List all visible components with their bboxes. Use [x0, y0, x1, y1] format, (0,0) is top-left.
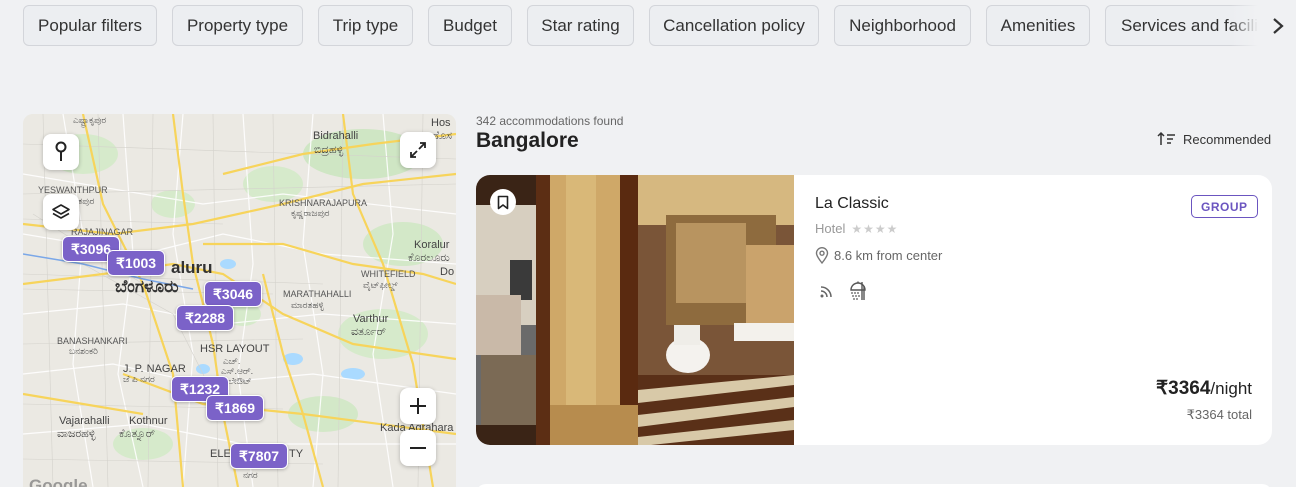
map-label: ಎಸ್.ಆರ್.: [221, 366, 254, 376]
map-label: Hos: [431, 117, 451, 129]
expand-icon: [410, 142, 426, 158]
distance-text: 8.6 km from center: [834, 248, 943, 263]
group-badge: GROUP: [1191, 195, 1258, 218]
location-pin-icon: [55, 141, 67, 161]
map-label: ಲೇಔಟ್: [228, 376, 252, 386]
wifi-icon: [820, 286, 832, 298]
hotel-name[interactable]: La Classic: [815, 195, 889, 213]
distance-row: 8.6 km from center: [815, 247, 942, 264]
bookmark-button[interactable]: [490, 189, 516, 215]
map-label: ಎಚ್.: [223, 356, 241, 366]
location-pin-button[interactable]: [43, 134, 79, 170]
filter-chip-label: Property type: [186, 15, 289, 35]
filter-chip-label: Star rating: [541, 15, 620, 35]
hotel-type: Hotel: [815, 221, 846, 236]
map-label: Do: [440, 266, 455, 278]
map-label: MARATHAHALLI: [283, 289, 352, 299]
map-label: TY: [289, 448, 304, 460]
map-price-pin[interactable]: ₹3046: [204, 281, 263, 307]
location-icon: [815, 247, 829, 264]
results-count: 342 accommodations found: [476, 114, 624, 128]
layers-button[interactable]: [43, 194, 79, 230]
map-label: ELE: [210, 448, 231, 460]
map-label: ಕೊತ್ನೂರ್: [119, 428, 156, 440]
star-rating: ★★★★: [851, 221, 899, 236]
zoom-in-button[interactable]: [400, 388, 436, 424]
map-label: Vajarahalli: [59, 415, 110, 427]
price-per-night: ₹3364 /night: [1156, 377, 1252, 400]
layers-icon: [52, 204, 70, 219]
map-label: ಬನಶಂಕರಿ: [69, 346, 98, 356]
expand-map-button[interactable]: [400, 132, 436, 168]
hotel-type-row: Hotel ★★★★: [815, 221, 898, 236]
map-label: ವೈಟ್‌ಫೀಲ್ಡ್: [363, 280, 398, 290]
map-price-pin[interactable]: ₹7807: [230, 443, 289, 469]
map-price-pin[interactable]: ₹1869: [206, 395, 265, 421]
filter-chip-label: Budget: [443, 15, 497, 35]
filter-chip-budget[interactable]: Budget: [428, 5, 512, 46]
map-label: WHITEFIELD: [361, 269, 416, 279]
plus-icon: [410, 398, 426, 414]
map-label: ವಾಜರಹಳ್ಳಿ: [57, 428, 96, 440]
filter-chip-amenities[interactable]: Amenities: [986, 5, 1090, 46]
bookmark-icon: [497, 195, 509, 209]
filter-chip-label: Trip type: [332, 15, 399, 35]
amenity-icons: [819, 281, 867, 301]
map-label: ಬೆಂಗಳೂರು: [115, 277, 179, 296]
filter-chip-cancellation-policy[interactable]: Cancellation policy: [649, 5, 819, 46]
filter-bar: Popular filters Property type Trip type …: [0, 0, 1296, 50]
chevron-right-icon[interactable]: [1268, 14, 1288, 38]
filter-chip-property-type[interactable]: Property type: [172, 5, 303, 46]
map-label: BANASHANKARI: [57, 336, 128, 346]
google-logo: Google: [29, 476, 88, 487]
zoom-out-button[interactable]: [400, 430, 436, 466]
sort-label: Recommended: [1183, 131, 1272, 147]
sort-icon: [1157, 131, 1175, 145]
map-label: ಕೊರಲೂರು: [408, 252, 450, 264]
map-label: ವರ್ತೂರ್: [351, 326, 386, 338]
map-label: HSR LAYOUT: [200, 343, 270, 355]
map-label: ನಗರ: [243, 470, 258, 480]
filter-chip-trip-type[interactable]: Trip type: [318, 5, 413, 46]
chip-fade: [1230, 2, 1270, 50]
shower-icon: [850, 281, 866, 300]
price-total: ₹3364 total: [1186, 407, 1252, 422]
filter-chip-label: Cancellation policy: [663, 15, 805, 35]
map-label: ಬಿದ್ರಹಳ್ಳಿ: [314, 144, 344, 156]
map-label: Bidrahalli: [313, 130, 359, 142]
sort-button[interactable]: Recommended: [1156, 130, 1271, 148]
filter-chip-popular[interactable]: Popular filters: [23, 5, 157, 46]
filter-chip-label: Amenities: [1000, 15, 1076, 35]
filter-chip-neighborhood[interactable]: Neighborhood: [834, 5, 971, 46]
map-label: ಮಾರತಹಳ್ಳಿ: [291, 300, 324, 310]
map-label: ಜೆ ಪಿ ನಗರ: [123, 374, 155, 384]
filter-chip-star-rating[interactable]: Star rating: [527, 5, 634, 46]
map-label: Kothnur: [129, 415, 168, 427]
map-label: aluru: [171, 258, 213, 277]
price-value: ₹3364: [1156, 378, 1211, 399]
map-price-pin[interactable]: ₹1003: [107, 250, 166, 276]
price-unit: /night: [1210, 379, 1252, 398]
map-price-pin[interactable]: ₹2288: [176, 305, 235, 331]
filter-chip-label: Neighborhood: [849, 15, 956, 35]
minus-icon: [410, 447, 426, 449]
map-label: ಎಷ್ಟ್ರಾಕೃಪುರ: [73, 115, 107, 125]
listing-card[interactable]: La Classic Hotel ★★★★ 8.6 km from center…: [476, 175, 1272, 445]
map-label: Koralur: [414, 239, 450, 251]
map-label: KRISHNARAJAPURA: [279, 198, 368, 208]
map[interactable]: ಎಷ್ಟ್ರಾಕೃಪುರ Bidrahalli ಬಿದ್ರಹಳ್ಳಿ Hos ಹ…: [23, 114, 456, 487]
filter-chip-label: Popular filters: [38, 15, 142, 35]
map-label: Varthur: [353, 313, 389, 325]
hotel-photo: [476, 175, 794, 445]
page-title: Bangalore: [476, 129, 579, 152]
map-label: ಕೃಷ್ಣರಾಜಪುರ: [291, 208, 330, 218]
